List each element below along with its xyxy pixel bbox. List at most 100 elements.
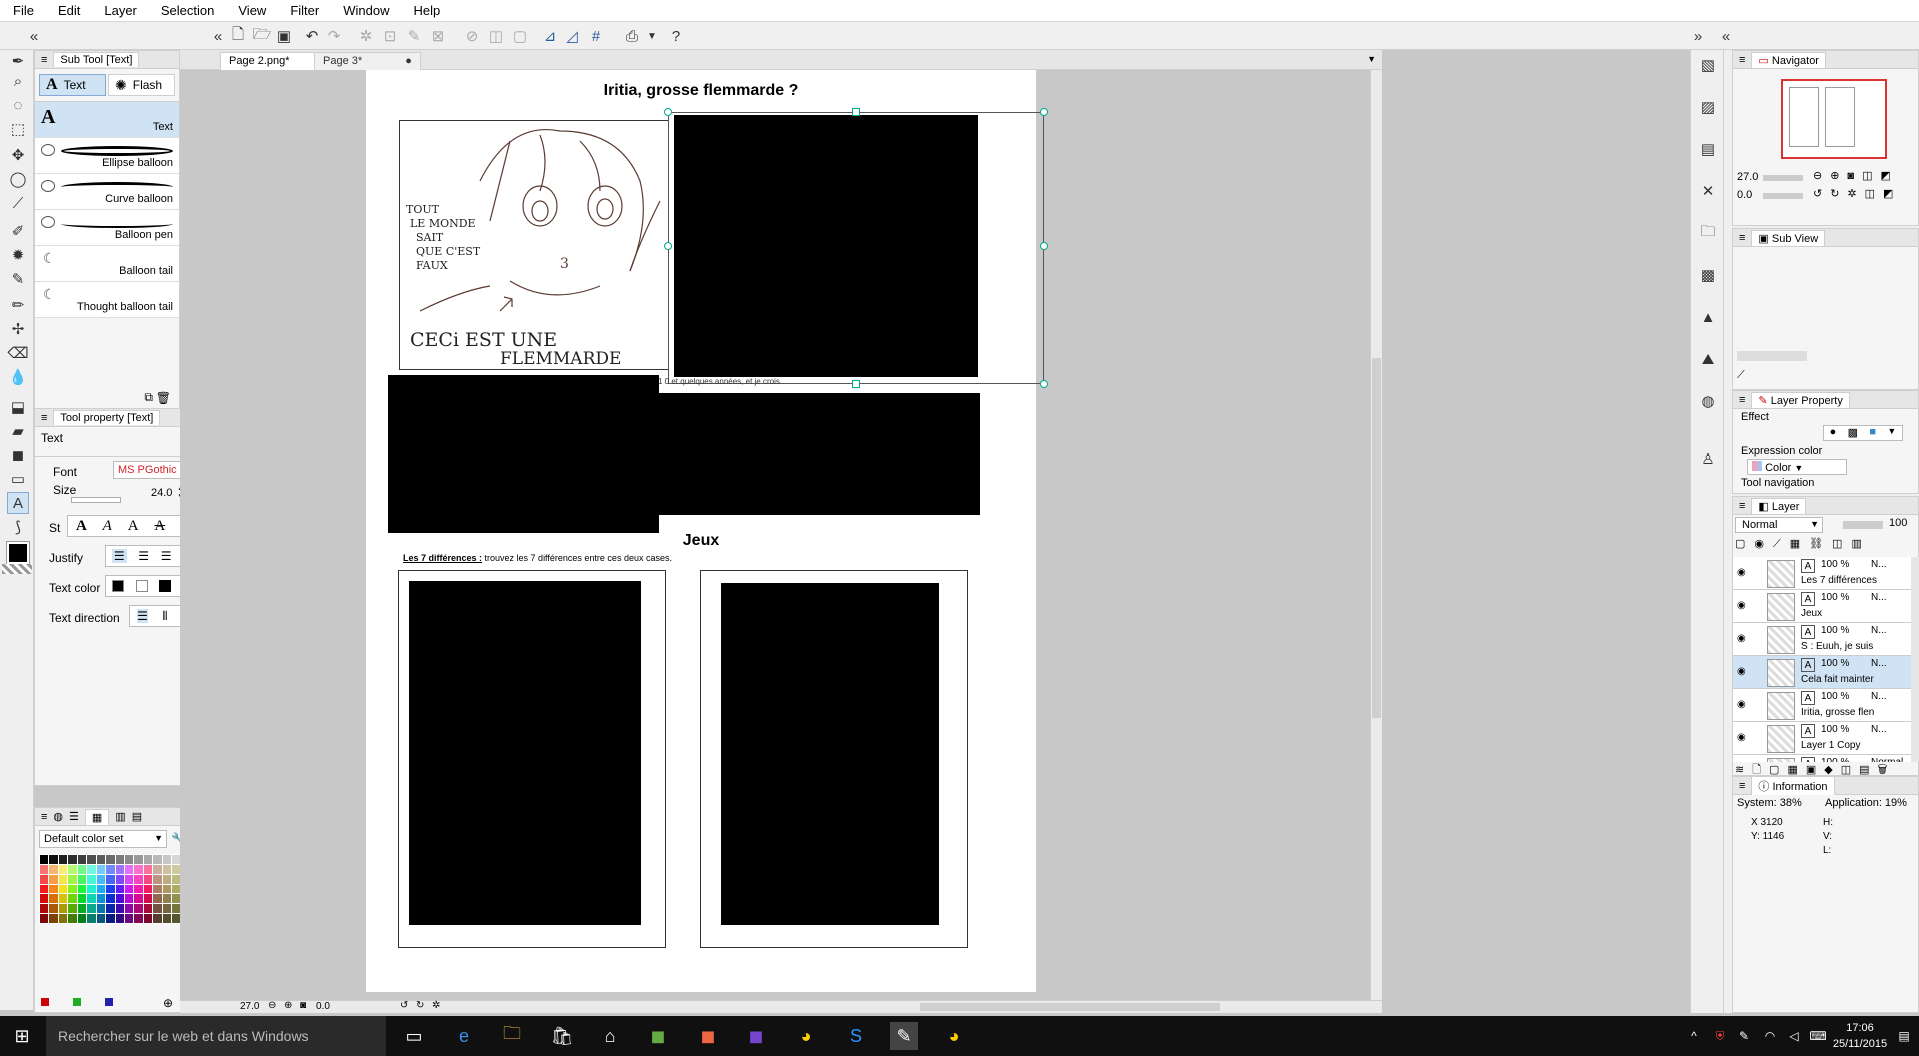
color-swatch[interactable] — [96, 855, 106, 864]
color-swatch[interactable] — [87, 904, 96, 914]
layer-row[interactable]: ◉ A 100 % N... Iritia, grosse flen — [1733, 689, 1911, 722]
tray-up-icon[interactable]: ^ — [1680, 1022, 1708, 1050]
color-swatch[interactable] — [124, 884, 134, 894]
panel-menu-icon[interactable]: ≡ — [41, 412, 47, 424]
eye-icon[interactable]: ◉ — [1737, 666, 1746, 677]
navigator-rotate-icons[interactable]: ↺↻✲◫◩ — [1813, 187, 1901, 200]
color-wheel-tab-icon[interactable]: ◍ — [53, 810, 63, 823]
color-swatch[interactable] — [143, 884, 153, 894]
undo-icon[interactable]: ↶ — [302, 26, 322, 46]
color-slider-tab-icon[interactable]: ☰ — [69, 810, 79, 823]
align-center-icon[interactable]: ☰ — [138, 549, 149, 563]
layer-row[interactable]: ◉ A 100 % N... Layer 1 Copy — [1733, 722, 1911, 755]
taskbar-clock[interactable]: 17:06 25/11/2015 — [1830, 1020, 1890, 1052]
navigator-rotate-slider[interactable] — [1763, 193, 1803, 199]
vertical-text-icon[interactable]: ⦀ — [162, 609, 167, 624]
menu-layer[interactable]: Layer — [91, 3, 148, 18]
explorer-icon[interactable]: 🗀 — [498, 1022, 526, 1050]
dock-picture-icon[interactable]: ▲ — [1697, 306, 1719, 328]
intermediate-tab-icon[interactable]: ▥ — [115, 810, 125, 823]
color-swatch[interactable] — [162, 884, 172, 894]
horizontal-scroll-thumb[interactable] — [920, 1003, 1220, 1011]
taskbar-search[interactable]: Rechercher sur le web et dans Windows — [46, 1016, 386, 1056]
color-swatch[interactable] — [134, 894, 143, 904]
subtool-group-text[interactable]: A Text — [39, 74, 106, 96]
diff-panel-right[interactable] — [700, 570, 968, 948]
recent-color-blue[interactable] — [105, 998, 113, 1006]
dock-3d-icon[interactable]: ◍ — [1697, 390, 1719, 412]
navigator-zoom-slider[interactable] — [1763, 175, 1803, 181]
diff-panel-left[interactable] — [398, 570, 666, 948]
close-dot-icon[interactable]: ● — [405, 55, 412, 67]
effect-buttons[interactable]: ● ▩ ■ ▼ — [1823, 425, 1903, 441]
transparent-color-swatch[interactable] — [2, 564, 32, 574]
color-swatch[interactable] — [106, 874, 115, 884]
color-swatch[interactable] — [96, 874, 106, 884]
handle-icon[interactable] — [1040, 380, 1048, 388]
eye-icon[interactable]: ◉ — [1737, 600, 1746, 611]
color-swatch[interactable] — [96, 914, 106, 923]
color-swatch[interactable] — [115, 864, 124, 874]
color-swatch[interactable] — [68, 884, 77, 894]
effect-tone-icon[interactable]: ▩ — [1848, 426, 1858, 440]
recent-color-red[interactable] — [41, 998, 49, 1006]
rotate-right-icon[interactable]: ↻ — [416, 1000, 424, 1011]
dock-texture-icon[interactable]: ✕ — [1697, 180, 1719, 202]
color-swatch[interactable] — [153, 874, 162, 884]
handle-icon[interactable] — [664, 242, 672, 250]
main-color-swatch[interactable] — [6, 541, 30, 565]
color-swatch[interactable] — [143, 914, 153, 923]
new-file-icon[interactable]: 🗋 — [228, 26, 248, 46]
frame-icon[interactable]: ▭ — [7, 468, 29, 490]
color-swatch[interactable] — [162, 855, 172, 864]
main-color-icon[interactable] — [111, 580, 124, 592]
redacted-panel-3[interactable] — [656, 393, 980, 515]
deselect-icon[interactable]: ⊘ — [462, 26, 482, 46]
navigator-zoom-icons[interactable]: ⊖⊕◙◫◩ — [1813, 169, 1899, 182]
sketch-panel[interactable]: TOUT LE MONDE SAIT QUE C'EST FAUX 3 CECi… — [399, 120, 669, 370]
layer-row[interactable]: ◉ A 100 % N... S : Euuh, je suis — [1733, 623, 1911, 656]
layer-row[interactable]: ◉ A 100 % N... Jeux — [1733, 590, 1911, 623]
color-swatch[interactable] — [40, 884, 49, 894]
color-swatch[interactable] — [162, 914, 172, 923]
expand-icon[interactable]: ▢ — [510, 26, 530, 46]
color-swatch[interactable] — [40, 904, 49, 914]
rotate-icon[interactable]: ◌ — [7, 94, 29, 116]
subtool-item-balloon-pen[interactable]: Balloon pen — [35, 210, 179, 246]
vertical-scrollbar[interactable] — [1370, 70, 1382, 1000]
color-swatch[interactable] — [40, 864, 49, 874]
color-swatch[interactable] — [96, 884, 106, 894]
color-swatch[interactable] — [68, 914, 77, 923]
color-swatch[interactable] — [49, 884, 58, 894]
tray-pen-icon[interactable]: ✎ — [1730, 1022, 1758, 1050]
eye-icon[interactable]: ◉ — [1737, 567, 1746, 578]
menu-file[interactable]: File — [0, 3, 45, 18]
color-swatch[interactable] — [68, 904, 77, 914]
subview-slider[interactable] — [1737, 351, 1807, 361]
open-file-icon[interactable]: 🗁 — [252, 26, 272, 46]
expand-right-icon[interactable]: » — [1688, 26, 1708, 46]
align-right-icon[interactable]: ☰ — [161, 549, 172, 563]
color-swatch[interactable] — [162, 904, 172, 914]
layer-toolbar[interactable]: ▢◉⟋▦⛓◫▥ — [1735, 537, 1915, 553]
panel-menu-icon[interactable]: ≡ — [41, 811, 47, 823]
app-purple-icon[interactable]: ◼ — [742, 1022, 770, 1050]
color-swatch[interactable] — [77, 874, 87, 884]
color-swatch[interactable] — [162, 874, 172, 884]
color-swatch[interactable] — [115, 884, 124, 894]
move-icon[interactable]: ✥ — [7, 144, 29, 166]
panel-menu-icon[interactable]: ≡ — [1739, 394, 1745, 406]
edge-icon[interactable]: e — [450, 1022, 478, 1050]
color-swatch[interactable] — [68, 855, 77, 864]
app-orange-icon[interactable]: ◼ — [694, 1022, 722, 1050]
fill-icon[interactable]: ✎ — [404, 26, 424, 46]
subtool-item-balloon-tail[interactable]: ☾ Balloon tail — [35, 246, 179, 282]
color-swatch[interactable] — [106, 894, 115, 904]
align-left-icon[interactable]: ☰ — [111, 549, 127, 563]
pencil-icon[interactable]: ✏ — [7, 294, 29, 316]
panel-menu-icon[interactable]: ≡ — [1739, 500, 1745, 512]
color-swatch[interactable] — [49, 894, 58, 904]
color-swatch[interactable] — [134, 914, 143, 923]
color-swatch[interactable] — [96, 894, 106, 904]
color-swatch[interactable] — [153, 904, 162, 914]
